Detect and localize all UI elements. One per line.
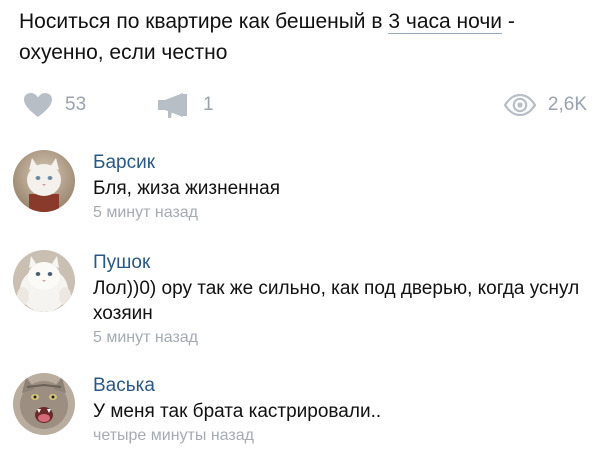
like-count: 53	[65, 94, 87, 115]
views-count: 2,6K	[547, 94, 587, 115]
post-text-link[interactable]: 3 часа ночи	[388, 10, 503, 34]
comment-text: Лол))0) ору так же сильно, как под дверь…	[93, 278, 580, 324]
avatar[interactable]	[13, 250, 75, 312]
like-button[interactable]: 53	[23, 88, 86, 122]
post-text: Носиться по квартире как бешеный в 3 час…	[19, 6, 589, 68]
comment-author[interactable]: Пушок	[93, 250, 593, 276]
megaphone-icon	[158, 93, 187, 118]
cat-avatar-image	[13, 150, 75, 212]
cat-avatar-image	[13, 250, 75, 312]
comment-time: 5 минут назад	[93, 204, 199, 221]
post-stats: 53 1 2,6K	[19, 88, 587, 122]
share-button[interactable]: 1	[157, 88, 214, 122]
heart-icon	[24, 93, 52, 117]
comment-text: Бля, жиза жизненная	[93, 178, 281, 199]
comment-time: 5 минут назад	[93, 329, 199, 346]
avatar[interactable]	[13, 373, 75, 435]
views-indicator: 2,6K	[503, 88, 587, 122]
cat-avatar-image	[13, 373, 75, 435]
comment-text: У меня так брата кастрировали..	[93, 401, 382, 422]
avatar[interactable]	[13, 150, 75, 212]
comment-author[interactable]: Барсик	[93, 150, 593, 176]
repost-count: 1	[203, 94, 214, 115]
eye-icon	[503, 94, 536, 116]
post-text-start: Носиться по квартире как бешеный в	[19, 10, 389, 33]
comment-author[interactable]: Васька	[93, 373, 593, 399]
comment-time: четыре минуты назад	[93, 427, 254, 444]
